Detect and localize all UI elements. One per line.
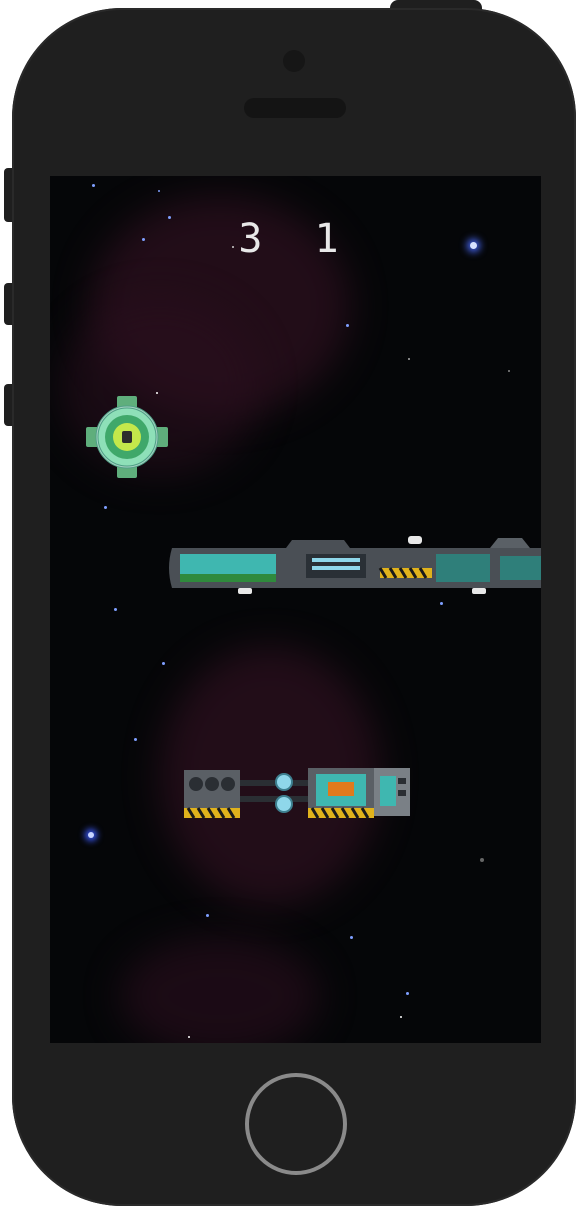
- star: [440, 602, 443, 605]
- score-display: 3 1: [238, 216, 353, 262]
- star: [406, 992, 409, 995]
- star: [104, 506, 107, 509]
- star: [346, 324, 349, 327]
- star: [188, 1036, 190, 1038]
- earpiece-speaker: [244, 98, 346, 118]
- space-module-obstacle: [184, 768, 410, 819]
- star: [134, 738, 137, 741]
- star: [158, 190, 160, 192]
- star: [350, 936, 353, 939]
- star: [92, 184, 95, 187]
- star: [400, 1016, 402, 1018]
- star: [206, 914, 209, 917]
- home-button[interactable]: [245, 1073, 347, 1175]
- star: [114, 608, 117, 611]
- nebula-cloud: [120, 936, 320, 1043]
- star: [162, 662, 165, 665]
- star: [88, 832, 94, 838]
- star: [480, 858, 484, 862]
- space-station-obstacle: [169, 536, 541, 594]
- star: [408, 358, 410, 360]
- star: [508, 370, 510, 372]
- player-ship: [86, 396, 168, 478]
- game-screen[interactable]: 3 1: [50, 176, 541, 1043]
- front-camera: [283, 50, 305, 72]
